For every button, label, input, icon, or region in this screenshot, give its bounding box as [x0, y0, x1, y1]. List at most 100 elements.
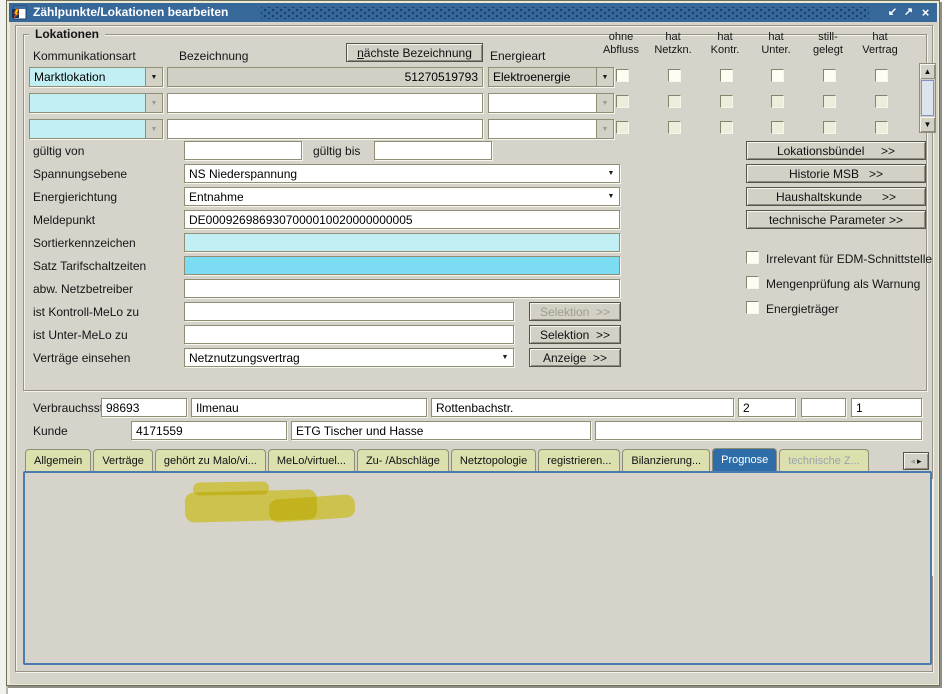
irrelevant-edm-checkbox[interactable] [746, 251, 759, 264]
minimize-icon[interactable]: ↙ [885, 5, 900, 20]
netzbetreiber-field[interactable] [184, 279, 620, 298]
tab-scroll-left-icon[interactable]: ◂ [910, 456, 915, 467]
flag-checkbox[interactable] [823, 69, 836, 82]
kommunikationsart-select[interactable]: ▼ [29, 119, 163, 139]
scrollbar-thumb[interactable] [921, 80, 934, 116]
selektion-unter-button[interactable]: Selektion >> [529, 325, 621, 344]
verbrauchsstelle-ort-field[interactable]: Ilmenau [191, 398, 427, 417]
flag-checkbox[interactable] [771, 95, 784, 108]
flag-checkbox[interactable] [823, 121, 836, 134]
bezeichnung-field[interactable] [167, 119, 483, 139]
energieart-select[interactable]: ▼ [488, 119, 614, 139]
verbrauchsstelle-zusatz-field[interactable] [801, 398, 846, 417]
tab-allgemein[interactable]: Allgemein [25, 449, 91, 471]
flag-checkbox[interactable] [875, 95, 888, 108]
tab-scroll-right-icon[interactable]: ▸ [917, 456, 922, 467]
scroll-up-icon[interactable]: ▲ [920, 64, 935, 79]
chevron-down-icon[interactable]: ▼ [603, 165, 619, 182]
flag-checkbox[interactable] [616, 121, 629, 134]
window-title: Zählpunkte/Lokationen bearbeiten [33, 5, 228, 19]
tab-prognose[interactable]: Prognose [712, 448, 777, 471]
netzbetreiber-label: abw. Netzbetreiber [33, 282, 133, 296]
kunde-nummer-field[interactable]: 4171559 [131, 421, 287, 440]
energieart-column-label: Energieart [490, 49, 545, 63]
meldepunkt-label: Meldepunkt [33, 213, 95, 227]
chevron-down-icon[interactable]: ▼ [145, 94, 162, 112]
sortierkennzeichen-field[interactable] [184, 233, 620, 252]
flag-checkbox[interactable] [616, 69, 629, 82]
kommunikationsart-select[interactable]: Marktlokation ▼ [29, 67, 163, 87]
kommunikationsart-select[interactable]: ▼ [29, 93, 163, 113]
flag-checkbox[interactable] [875, 69, 888, 82]
naechste-bezeichnung-button[interactable]: nächste Bezeichnung [346, 43, 483, 62]
tab-melo-virtuell[interactable]: MeLo/virtuel... [268, 449, 355, 471]
tab-registrieren[interactable]: registrieren... [538, 449, 620, 471]
verbrauchsstelle-nr2-field[interactable]: 1 [851, 398, 922, 417]
vertraege-select[interactable]: Netznutzungsvertrag ▼ [184, 348, 514, 367]
bezeichnung-field[interactable] [167, 93, 483, 113]
kunde-name-field[interactable]: ETG Tischer und Hasse [291, 421, 591, 440]
flag-header-ohne-abfluss: ohneAbfluss [593, 31, 649, 57]
spannungsebene-select[interactable]: NS Niederspannung ▼ [184, 164, 620, 183]
energieart-select[interactable]: Elektroenergie ▼ [488, 67, 614, 87]
meldepunkt-field[interactable]: DE0009269869307000010020000000005 [184, 210, 620, 229]
tab-zu-abschlaege[interactable]: Zu- /Abschläge [357, 449, 449, 471]
bezeichnung-column-label: Bezeichnung [179, 49, 248, 63]
haushaltskunde-button[interactable]: Haushaltskunde >> [746, 187, 926, 206]
mengenpruefung-label: Mengenprüfung als Warnung [766, 277, 920, 291]
titlebar-pattern [261, 7, 869, 19]
flag-checkbox[interactable] [823, 95, 836, 108]
verbrauchsstelle-strasse-field[interactable]: Rottenbachstr. [431, 398, 734, 417]
bezeichnung-field[interactable]: 51270519793 [167, 67, 483, 87]
tab-bilanzierung[interactable]: Bilanzierung... [622, 449, 710, 471]
mengenpruefung-checkbox[interactable] [746, 276, 759, 289]
energierichtung-select[interactable]: Entnahme ▼ [184, 187, 620, 206]
flag-checkbox[interactable] [668, 121, 681, 134]
kontroll-melo-field[interactable] [184, 302, 514, 321]
chevron-down-icon[interactable]: ▼ [596, 94, 613, 112]
tab-scroller-button[interactable]: ◂ ▸ [903, 452, 929, 470]
flag-checkbox[interactable] [771, 121, 784, 134]
flag-checkbox[interactable] [875, 121, 888, 134]
tab-technische-z[interactable]: technische Z... [779, 449, 869, 471]
kunde-zusatz-field[interactable] [595, 421, 922, 440]
app-window: Zählpunkte/Lokationen bearbeiten ↙ ↗ × L… [6, 0, 940, 686]
lokationsbuendel-button[interactable]: Lokationsbündel >> [746, 141, 926, 160]
verbrauchsstelle-hausnr-field[interactable]: 2 [738, 398, 796, 417]
verbrauchsstelle-plz-field[interactable]: 98693 [101, 398, 187, 417]
flag-header-hat-netzkn: hatNetzkn. [645, 31, 701, 57]
historie-msb-button[interactable]: Historie MSB >> [746, 164, 926, 183]
tab-netztopologie[interactable]: Netztopologie [451, 449, 536, 471]
restore-icon[interactable]: ↗ [901, 5, 916, 20]
selektion-kontroll-button[interactable]: Selektion >> [529, 302, 621, 321]
tarifschaltzeiten-field[interactable] [184, 256, 620, 275]
rows-scrollbar[interactable]: ▲ ▼ [919, 63, 936, 133]
unter-melo-field[interactable] [184, 325, 514, 344]
window-icon [12, 5, 27, 20]
close-icon[interactable]: × [918, 5, 933, 20]
window-titlebar[interactable]: Zählpunkte/Lokationen bearbeiten ↙ ↗ × [9, 3, 937, 22]
gueltig-von-field[interactable] [184, 141, 302, 160]
flag-checkbox[interactable] [616, 95, 629, 108]
flag-checkbox[interactable] [771, 69, 784, 82]
flag-checkbox[interactable] [668, 69, 681, 82]
chevron-down-icon[interactable]: ▼ [596, 68, 613, 86]
technische-parameter-button[interactable]: technische Parameter >> [746, 210, 926, 229]
flag-checkbox[interactable] [720, 69, 733, 82]
tab-vertraege[interactable]: Verträge [93, 449, 153, 471]
chevron-down-icon[interactable]: ▼ [603, 188, 619, 205]
tab-gehoert-zu-malo[interactable]: gehört zu Malo/vi... [155, 449, 266, 471]
anzeige-button[interactable]: Anzeige >> [529, 348, 621, 367]
chevron-down-icon[interactable]: ▼ [497, 349, 513, 366]
energieart-select[interactable]: ▼ [488, 93, 614, 113]
chevron-down-icon[interactable]: ▼ [145, 68, 162, 86]
flag-checkbox[interactable] [720, 121, 733, 134]
gueltig-bis-field[interactable] [374, 141, 492, 160]
energietraeger-checkbox[interactable] [746, 301, 759, 314]
chevron-down-icon[interactable]: ▼ [145, 120, 162, 138]
flag-checkbox[interactable] [668, 95, 681, 108]
scroll-down-icon[interactable]: ▼ [920, 117, 935, 132]
chevron-down-icon[interactable]: ▼ [596, 120, 613, 138]
flag-checkbox[interactable] [720, 95, 733, 108]
vertraege-label: Verträge einsehen [33, 351, 130, 365]
